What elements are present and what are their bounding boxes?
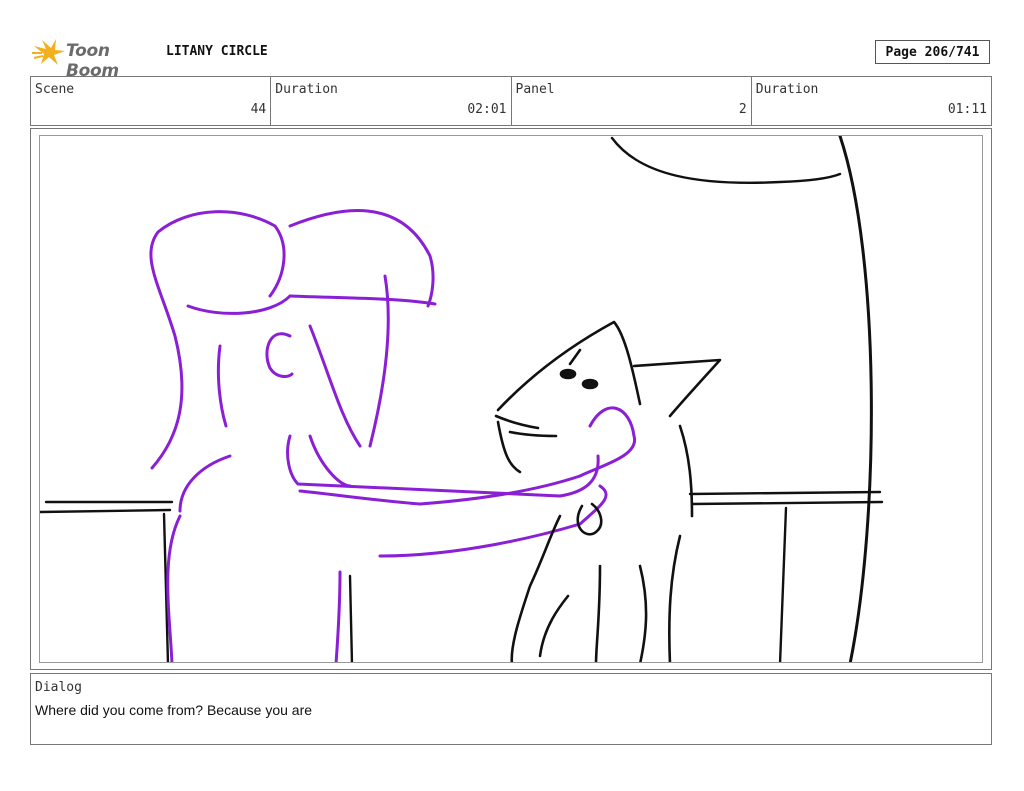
left-rail-bottom [40, 508, 172, 514]
cat-right-ear [632, 358, 722, 418]
girl-shoulder [178, 454, 232, 513]
girl-torso [334, 570, 342, 662]
girl-arm-upper [286, 434, 600, 498]
dialog-box: Dialog Where did you come from? Because … [30, 673, 992, 745]
cat-chin-fur [496, 420, 522, 474]
star-logo-icon [32, 39, 65, 65]
girl-ear [265, 332, 294, 378]
cat-fur-tuft [568, 348, 582, 366]
scene-duration-cell: Duration 02:01 [271, 77, 512, 125]
panel-info-row: Scene 44 Duration 02:01 Panel 2 Duration… [30, 76, 992, 126]
window-curve [610, 136, 842, 185]
girl-cheek [308, 434, 352, 488]
cat-body-fur [638, 564, 648, 662]
panel-duration-value: 01:11 [947, 102, 987, 117]
cat-back-leg [668, 534, 682, 662]
storyboard-panel-frame [30, 128, 992, 670]
cat-sketch [494, 320, 722, 662]
center-post [348, 574, 354, 662]
right-rail-bottom [690, 500, 884, 506]
cat-right-eye [581, 378, 599, 390]
dialog-label: Dialog [35, 680, 82, 695]
scene-cell: Scene 44 [31, 77, 272, 125]
right-rail-post [778, 506, 788, 662]
dialog-text: Where did you come from? Because you are [35, 702, 313, 718]
girl-hair-top [288, 209, 435, 308]
cat-left-leg [510, 514, 562, 662]
scene-label: Scene [35, 82, 75, 97]
girl-back [166, 514, 182, 662]
scene-duration-value: 02:01 [467, 102, 507, 117]
girl-hair-back [149, 210, 286, 470]
toon-boom-logo: Toon Boom [32, 36, 157, 81]
right-rail-top [688, 490, 882, 496]
panel-duration-label: Duration [755, 82, 819, 97]
girl-bangs [288, 294, 437, 306]
scene-duration-label: Duration [275, 82, 338, 97]
girl-hand [578, 406, 636, 478]
cat-right-body [678, 424, 694, 518]
project-title: LITANY CIRCLE [166, 44, 268, 59]
cat-left-eye [559, 368, 577, 380]
cat-snout [494, 414, 540, 430]
scene-value: 44 [250, 102, 267, 117]
girl-hair-line [186, 294, 292, 315]
panel-label: Panel [515, 82, 555, 97]
cat-bell [576, 502, 603, 536]
cat-head-left-ear [496, 320, 642, 412]
girl-jaw [368, 274, 390, 448]
panel-duration-cell: Duration 01:11 [752, 77, 991, 125]
storyboard-sketch [39, 135, 983, 663]
panel-value: 2 [738, 102, 747, 117]
page-indicator: Page 206/741 [875, 40, 990, 64]
panel-cell: Panel 2 [512, 77, 752, 125]
girl-neck-line [216, 344, 228, 428]
cat-mouth [508, 430, 558, 438]
logo-text: Toon Boom [66, 41, 119, 81]
cat-left-paw [538, 594, 570, 658]
window-edge [838, 136, 873, 662]
cat-right-leg [594, 564, 602, 662]
girl-face-profile [308, 324, 362, 448]
girl-sketch [149, 209, 636, 662]
